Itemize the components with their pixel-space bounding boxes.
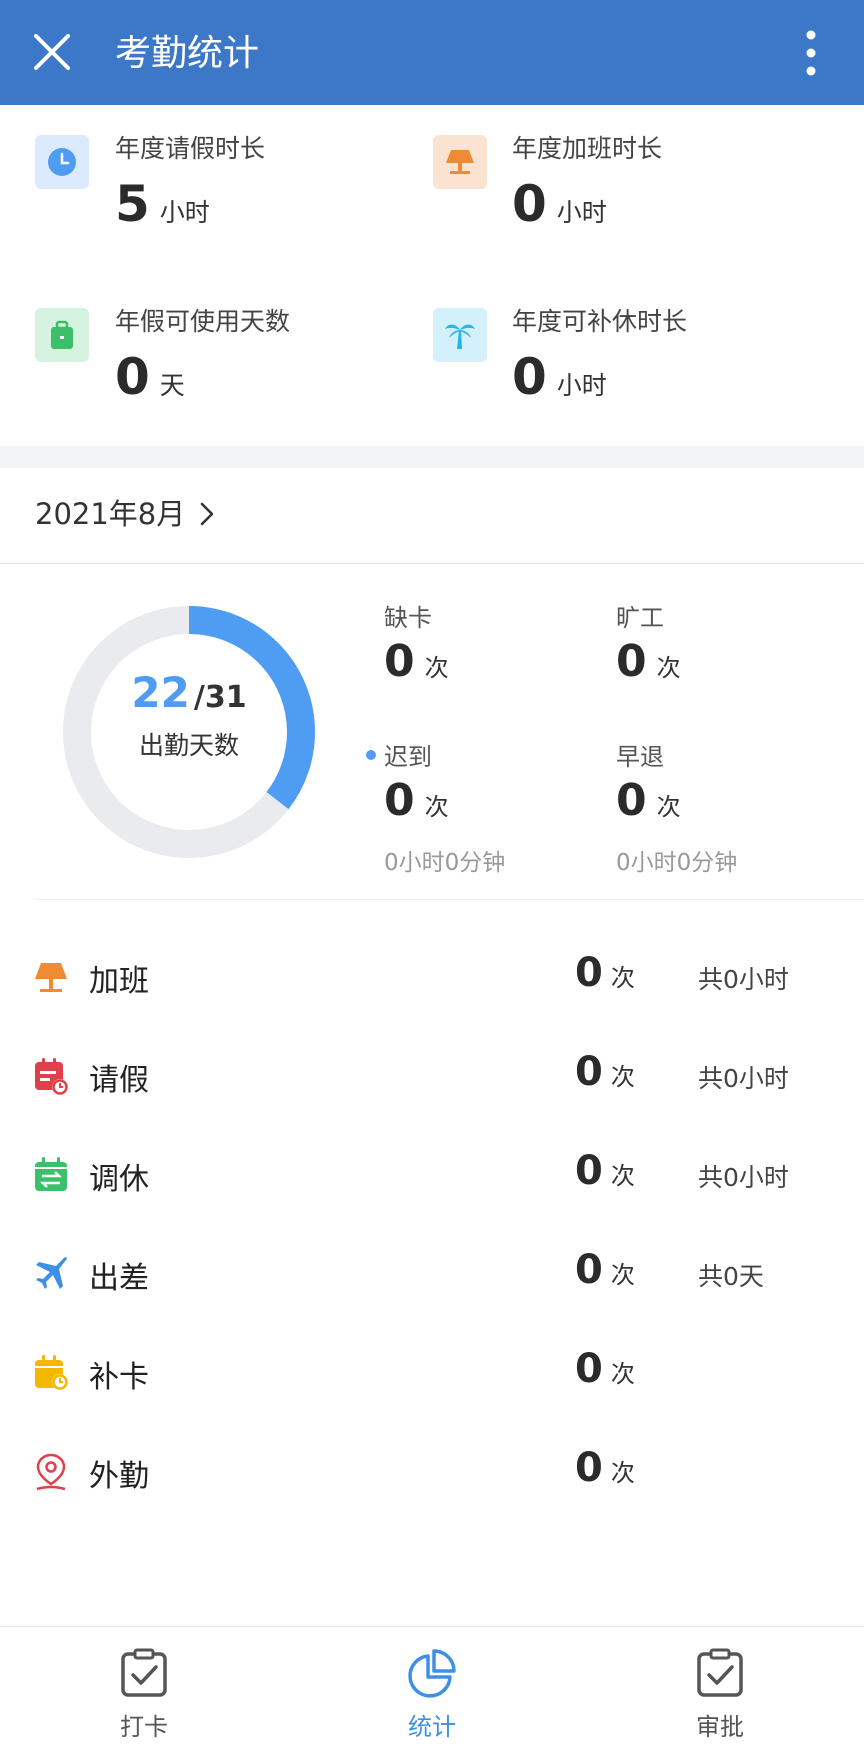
summary-value: 5 小时 bbox=[115, 175, 210, 233]
tab-punch[interactable]: 打卡 bbox=[0, 1627, 288, 1752]
chevron-right-icon[interactable] bbox=[196, 499, 218, 529]
palm-tree-icon bbox=[433, 308, 487, 362]
tab-label: 审批 bbox=[696, 1713, 744, 1741]
record-total: 共0小时 bbox=[698, 1064, 789, 1093]
summary-value: 0天 bbox=[115, 348, 185, 406]
record-name: 请假 bbox=[89, 1063, 149, 1098]
pie-chart-icon bbox=[408, 1649, 456, 1698]
lamp-icon bbox=[35, 963, 67, 992]
stat-label: 旷工 bbox=[616, 604, 664, 632]
record-total: 共0小时 bbox=[698, 1163, 789, 1192]
record-row-leave[interactable]: 请假 0次 共0小时 bbox=[0, 1027, 864, 1126]
location-pin-icon bbox=[36, 1453, 66, 1491]
divider bbox=[0, 563, 864, 564]
stat-value: 0次 bbox=[616, 636, 681, 687]
stat-label: 迟到 bbox=[384, 743, 432, 771]
attendance-days-value: 22/31 bbox=[131, 668, 247, 717]
summary-label: 年度请假时长 bbox=[115, 134, 266, 163]
calendar-clock-icon bbox=[35, 1355, 68, 1390]
stat-value: 0次 bbox=[384, 636, 449, 687]
record-name: 补卡 bbox=[89, 1360, 149, 1395]
stat-label: 早退 bbox=[616, 743, 664, 771]
record-count: 0次 bbox=[575, 1445, 635, 1491]
section-divider bbox=[0, 446, 864, 468]
tab-label: 打卡 bbox=[120, 1713, 168, 1741]
record-total: 共0小时 bbox=[698, 965, 789, 994]
suitcase-icon bbox=[35, 308, 89, 362]
clipboard-check-icon bbox=[697, 1648, 743, 1697]
app-bar: 考勤统计 bbox=[0, 0, 864, 105]
stat-label: 缺卡 bbox=[384, 604, 432, 632]
record-count: 0次 bbox=[575, 1346, 635, 1392]
stat-value: 0次 bbox=[384, 775, 449, 826]
record-row-compensatory[interactable]: 调休 0次 共0小时 bbox=[0, 1126, 864, 1225]
summary-label: 年度加班时长 bbox=[512, 134, 663, 163]
stat-duration: 0小时0分钟 bbox=[384, 850, 506, 876]
record-name: 加班 bbox=[89, 964, 149, 999]
record-count: 0次 bbox=[575, 950, 635, 996]
tab-approval[interactable]: 审批 bbox=[576, 1627, 864, 1752]
divider bbox=[35, 899, 864, 900]
late-indicator-dot bbox=[366, 750, 376, 760]
attendance-days-label: 出勤天数 bbox=[138, 731, 239, 760]
record-name: 调休 bbox=[89, 1162, 149, 1197]
stat-value: 0次 bbox=[616, 775, 681, 826]
record-name: 出差 bbox=[89, 1261, 149, 1296]
close-icon[interactable] bbox=[30, 30, 74, 74]
page-title: 考勤统计 bbox=[115, 33, 260, 74]
record-name: 外勤 bbox=[89, 1459, 149, 1494]
record-count: 0次 bbox=[575, 1148, 635, 1194]
stat-duration: 0小时0分钟 bbox=[616, 850, 738, 876]
record-count: 0次 bbox=[575, 1247, 635, 1293]
summary-value: 0 小时 bbox=[512, 175, 607, 233]
bottom-tab-bar: 打卡 统计 审批 bbox=[0, 1626, 864, 1752]
summary-label: 年假可使用天数 bbox=[115, 307, 291, 336]
leave-calendar-icon bbox=[35, 1058, 68, 1095]
lamp-icon bbox=[433, 135, 487, 189]
clock-icon bbox=[35, 135, 89, 189]
airplane-icon bbox=[36, 1257, 67, 1289]
summary-label: 年度可补休时长 bbox=[512, 307, 688, 336]
summary-value: 0 小时 bbox=[512, 348, 607, 406]
more-vertical-icon[interactable] bbox=[795, 28, 827, 78]
tab-label: 统计 bbox=[408, 1713, 456, 1741]
record-total: 共0天 bbox=[698, 1262, 764, 1291]
record-row-business-trip[interactable]: 出差 0次 共0天 bbox=[0, 1225, 864, 1324]
record-row-field-work[interactable]: 外勤 0次 bbox=[0, 1423, 864, 1522]
record-count: 0次 bbox=[575, 1049, 635, 1095]
month-selector[interactable]: 2021年8月 bbox=[35, 494, 185, 534]
swap-calendar-icon bbox=[35, 1157, 67, 1191]
clipboard-check-icon bbox=[121, 1648, 167, 1697]
tab-statistics[interactable]: 统计 bbox=[288, 1627, 576, 1752]
record-row-punch-fix[interactable]: 补卡 0次 bbox=[0, 1324, 864, 1423]
record-row-overtime[interactable]: 加班 0次 共0小时 bbox=[0, 928, 864, 1027]
